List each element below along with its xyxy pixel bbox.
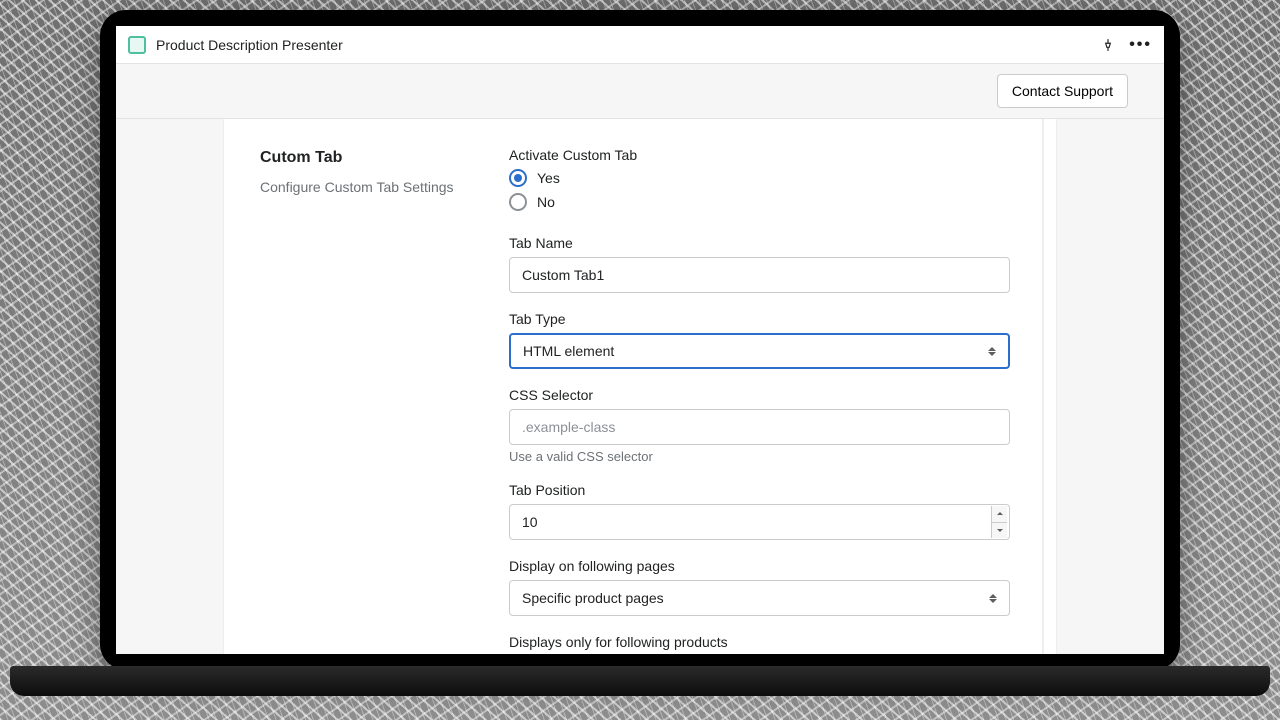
step-up-icon[interactable] (992, 506, 1007, 523)
app-window: Product Description Presenter ••• Contac… (116, 26, 1164, 654)
form-column: Activate Custom Tab Yes No Tab Na (489, 119, 1042, 654)
more-icon[interactable]: ••• (1125, 36, 1152, 54)
tab-type-field: Tab Type HTML element (509, 311, 1010, 369)
tab-type-label: Tab Type (509, 311, 1010, 327)
laptop-frame: Product Description Presenter ••• Contac… (100, 10, 1180, 670)
display-pages-label: Display on following pages (509, 558, 1010, 574)
header-strip: Contact Support (116, 64, 1164, 119)
css-selector-placeholder: .example-class (522, 419, 615, 435)
step-down-icon[interactable] (992, 523, 1007, 539)
radio-icon (509, 193, 527, 211)
display-pages-field: Display on following pages Specific prod… (509, 558, 1010, 616)
chevron-updown-icon (988, 347, 996, 356)
section-title: Cutom Tab (260, 149, 469, 167)
css-selector-input[interactable]: .example-class (509, 409, 1010, 445)
radio-no[interactable]: No (509, 193, 1010, 211)
tab-name-label: Tab Name (509, 235, 1010, 251)
settings-card: Cutom Tab Configure Custom Tab Settings … (223, 119, 1043, 654)
display-pages-value: Specific product pages (522, 590, 664, 606)
chevron-updown-icon (989, 594, 997, 603)
display-products-field: Displays only for following products Sal… (509, 634, 1010, 654)
tab-position-field: Tab Position 10 (509, 482, 1010, 540)
app-title-bar: Product Description Presenter ••• (116, 26, 1164, 64)
activate-label: Activate Custom Tab (509, 147, 1010, 163)
css-selector-label: CSS Selector (509, 387, 1010, 403)
radio-yes-label: Yes (537, 170, 560, 186)
tab-position-value: 10 (522, 514, 538, 530)
right-gutter (1043, 119, 1057, 654)
tab-type-select[interactable]: HTML element (509, 333, 1010, 369)
ambient-background: Product Description Presenter ••• Contac… (0, 0, 1280, 720)
section-subtitle: Configure Custom Tab Settings (260, 179, 469, 195)
css-selector-help: Use a valid CSS selector (509, 449, 1010, 464)
tab-name-value: Custom Tab1 (522, 267, 604, 283)
radio-no-label: No (537, 194, 555, 210)
tab-type-value: HTML element (523, 343, 614, 359)
radio-icon (509, 169, 527, 187)
css-selector-field: CSS Selector .example-class Use a valid … (509, 387, 1010, 464)
workspace: Cutom Tab Configure Custom Tab Settings … (116, 119, 1164, 654)
tab-name-field: Tab Name Custom Tab1 (509, 235, 1010, 293)
display-pages-select[interactable]: Specific product pages (509, 580, 1010, 616)
tab-position-input[interactable]: 10 (509, 504, 1010, 540)
tab-name-input[interactable]: Custom Tab1 (509, 257, 1010, 293)
pin-icon[interactable] (1101, 38, 1115, 52)
app-logo-icon (128, 36, 146, 54)
app-title: Product Description Presenter (156, 37, 1091, 53)
activate-field: Activate Custom Tab Yes No (509, 147, 1010, 217)
section-descriptor: Cutom Tab Configure Custom Tab Settings (224, 119, 489, 654)
contact-support-button[interactable]: Contact Support (997, 74, 1128, 108)
radio-yes[interactable]: Yes (509, 169, 1010, 187)
number-stepper[interactable] (991, 506, 1007, 538)
tab-position-label: Tab Position (509, 482, 1010, 498)
display-products-label: Displays only for following products (509, 634, 1010, 650)
